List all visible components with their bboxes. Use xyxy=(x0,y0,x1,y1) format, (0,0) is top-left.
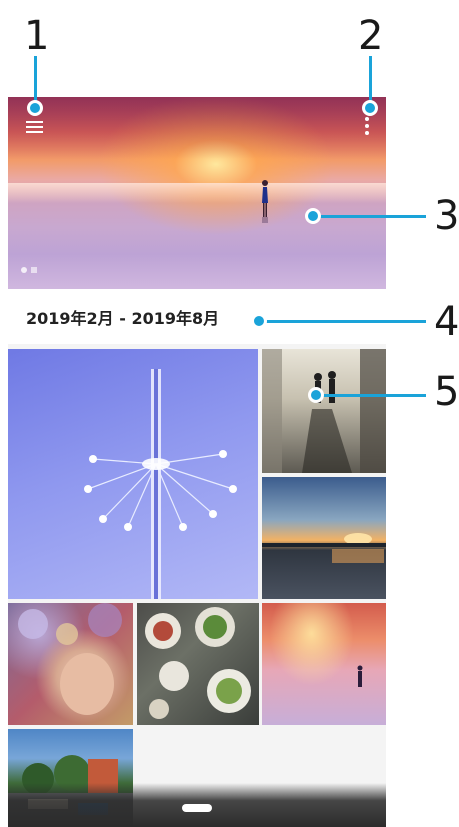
beach-drawing xyxy=(357,665,363,687)
callout-4-line xyxy=(259,320,426,323)
date-range-header: 2019年2月 - 2019年8月 xyxy=(8,289,386,344)
page-indicator-icon xyxy=(21,267,37,273)
person-silhouette xyxy=(262,180,268,223)
photo-thumbnail-sunset-lake[interactable] xyxy=(262,477,386,599)
sunset-drawing xyxy=(262,533,386,563)
callout-5-line xyxy=(316,394,426,397)
callout-2-line xyxy=(369,56,372,106)
callout-3-marker xyxy=(305,208,321,224)
hero-cloud xyxy=(8,97,386,159)
callout-1-marker xyxy=(27,100,43,116)
photo-thumbnail-street-silhouette[interactable] xyxy=(262,349,386,473)
album-screen: 2019年2月 - 2019年8月 xyxy=(8,97,386,827)
callout-5-marker xyxy=(308,387,324,403)
photo-thumbnail-face-art[interactable] xyxy=(8,603,133,725)
photo-thumbnail-food-table[interactable] xyxy=(137,603,259,725)
hero-horizon xyxy=(8,183,386,203)
photo-thumbnail-beach-sunset[interactable] xyxy=(262,603,386,725)
header-hero-image[interactable] xyxy=(8,97,386,289)
callout-1-line xyxy=(34,56,37,106)
figure: 1 2 3 4 5 2019年2月 - 2019年8月 xyxy=(0,0,459,827)
callout-2: 2 xyxy=(358,13,384,59)
callout-3: 3 xyxy=(434,193,459,239)
home-pill-icon[interactable] xyxy=(182,804,212,812)
callout-2-marker xyxy=(362,100,378,116)
callout-5: 5 xyxy=(434,369,459,415)
callout-4: 4 xyxy=(434,299,459,345)
callout-4-marker xyxy=(251,313,267,329)
street-drawing xyxy=(262,349,386,473)
callout-1: 1 xyxy=(24,13,50,59)
date-range-label: 2019年2月 - 2019年8月 xyxy=(26,308,220,328)
hamburger-menu-icon[interactable] xyxy=(26,121,43,133)
callout-3-line xyxy=(314,215,426,218)
more-vertical-icon[interactable] xyxy=(365,117,369,135)
photo-thumbnail-swing-ride[interactable] xyxy=(8,349,258,599)
swing-ride-drawing xyxy=(84,369,237,599)
